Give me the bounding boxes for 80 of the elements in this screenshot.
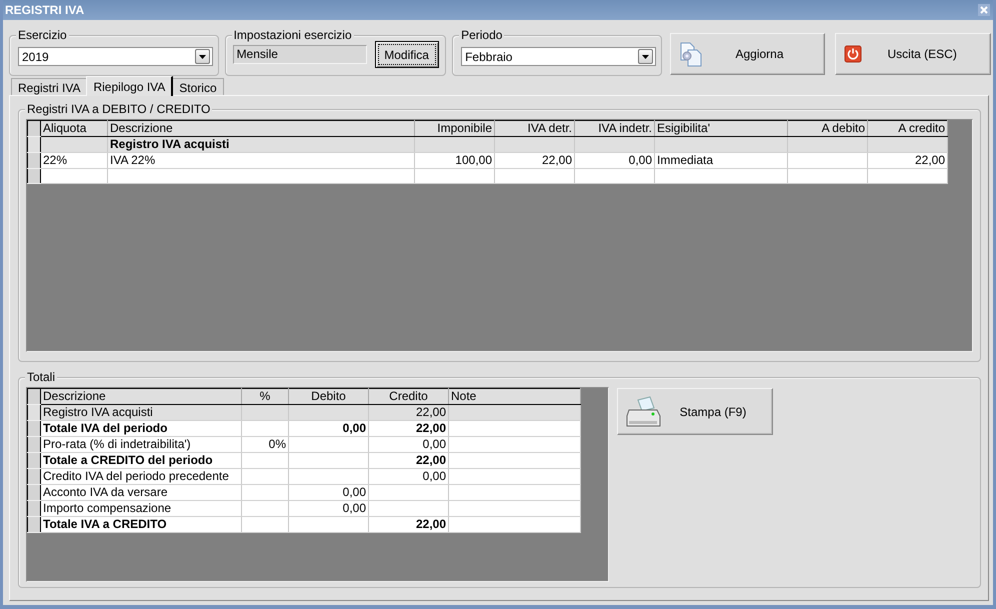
modifica-button[interactable]: Modifica — [374, 41, 439, 68]
table-cell: 0% — [242, 436, 288, 452]
table-cell: Totale IVA a CREDITO — [40, 516, 242, 532]
row-selector[interactable] — [28, 436, 40, 452]
table-cell: Importo compensazione — [40, 500, 242, 516]
column-header: IVA indetr. — [574, 120, 654, 136]
group-label: Registri IVA a DEBITO / CREDITO — [25, 102, 212, 116]
column-header: Descrizione — [40, 388, 242, 404]
column-header: Esigibilita' — [654, 120, 788, 136]
row-selector[interactable] — [28, 168, 40, 184]
column-header: Imponibile — [414, 120, 494, 136]
table-cell — [242, 468, 288, 484]
column-header: Credito — [368, 388, 448, 404]
table-cell — [242, 420, 288, 436]
table-cell: Acconto IVA da versare — [40, 484, 242, 500]
print-button[interactable]: Stampa (F9) — [617, 388, 773, 435]
table-cell — [242, 516, 288, 532]
tab[interactable]: Registri IVA — [11, 78, 88, 95]
dropdown-field[interactable]: Febbraio — [461, 47, 656, 66]
table-cell — [242, 452, 288, 468]
table-cell: 0,00 — [574, 152, 654, 168]
row-selector[interactable] — [28, 516, 40, 532]
exit-button[interactable]: Uscita (ESC) — [835, 33, 991, 75]
dropdown-field[interactable]: 2019 — [18, 47, 213, 66]
power-icon — [844, 45, 862, 63]
refresh-button[interactable]: Aggiorna — [670, 33, 826, 75]
row-selector[interactable] — [28, 452, 40, 468]
table-cell: Credito IVA del periodo precedente — [40, 468, 242, 484]
table-cell: 22,00 — [368, 420, 448, 436]
row-selector[interactable] — [28, 120, 40, 136]
column-header: Note — [448, 388, 580, 404]
row-selector[interactable] — [28, 388, 40, 404]
table-cell: 22,00 — [368, 404, 448, 420]
window-title: REGISTRI IVA — [5, 3, 84, 17]
column-header: A debito — [788, 120, 868, 136]
column-header: Aliquota — [40, 120, 108, 136]
table-cell — [242, 484, 288, 500]
table-cell: 22,00 — [368, 516, 448, 532]
input-field: Mensile — [232, 45, 367, 64]
row-selector[interactable] — [28, 500, 40, 516]
table-cell: Registro IVA acquisti — [40, 404, 242, 420]
group-label: Totali — [25, 370, 58, 384]
table-cell: 22,00 — [868, 152, 948, 168]
table-cell: 0,00 — [288, 484, 368, 500]
printer-icon — [626, 396, 662, 428]
table-cell: 0,00 — [288, 500, 368, 516]
table-cell — [242, 500, 288, 516]
table-cell: 0,00 — [368, 436, 448, 452]
group-label: Esercizio — [16, 28, 69, 42]
group-label: Impostazioni esercizio — [232, 28, 354, 42]
table-cell: Totale IVA del periodo — [40, 420, 242, 436]
table-cell: 0,00 — [288, 420, 368, 436]
table-cell — [40, 168, 108, 184]
column-header: Descrizione — [108, 120, 414, 136]
table-cell: Totale a CREDITO del periodo — [40, 452, 242, 468]
documents-icon — [678, 41, 703, 67]
table-cell: 0,00 — [368, 468, 448, 484]
row-selector[interactable] — [28, 152, 40, 168]
tab[interactable]: Riepilogo IVA — [86, 76, 174, 96]
table-cell: Registro IVA acquisti — [108, 136, 414, 152]
table-cell — [242, 404, 288, 420]
table-cell: IVA 22% — [108, 152, 414, 168]
table-cell — [40, 136, 108, 152]
table-cell: Pro-rata (% di indetraibilita') — [40, 436, 242, 452]
table-cell: Immediata — [654, 152, 788, 168]
column-header: IVA detr. — [494, 120, 574, 136]
row-selector[interactable] — [28, 484, 40, 500]
group-label: Periodo — [459, 28, 504, 42]
table-cell: 22,00 — [494, 152, 574, 168]
column-header: Debito — [288, 388, 368, 404]
row-selector[interactable] — [28, 420, 40, 436]
table-cell: 22% — [40, 152, 108, 168]
column-header: A credito — [868, 120, 948, 136]
row-selector[interactable] — [28, 468, 40, 484]
row-selector[interactable] — [28, 404, 40, 420]
table-cell: 22,00 — [368, 452, 448, 468]
column-header: % — [242, 388, 288, 404]
tab[interactable]: Storico — [172, 78, 224, 95]
row-selector[interactable] — [28, 136, 40, 152]
table-cell: 100,00 — [414, 152, 494, 168]
